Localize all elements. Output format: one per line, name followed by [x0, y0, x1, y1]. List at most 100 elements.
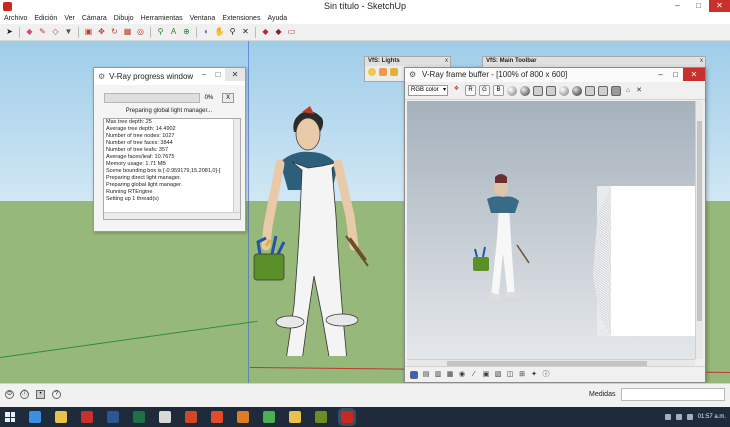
- taskbar-app-ie[interactable]: [29, 411, 41, 423]
- shape-icon[interactable]: ◇: [50, 27, 61, 38]
- menu-herramientas[interactable]: Herramientas: [141, 15, 183, 22]
- text-icon[interactable]: A: [168, 27, 179, 38]
- dimension-icon[interactable]: ⊕: [181, 27, 192, 38]
- vfb-maximize-button[interactable]: □: [668, 68, 683, 81]
- menu-ver[interactable]: Ver: [64, 15, 75, 22]
- taskbar-app-excel[interactable]: [133, 411, 145, 423]
- geolocation-icon[interactable]: ⊙: [5, 390, 14, 399]
- render-canvas[interactable]: [407, 101, 695, 359]
- region-render-icon[interactable]: [598, 85, 608, 96]
- log-vertical-scrollbar[interactable]: [233, 119, 240, 219]
- green-channel-button[interactable]: G: [479, 85, 490, 96]
- vfb-vertical-scrollbar[interactable]: [695, 101, 703, 359]
- tape-measure-icon[interactable]: ⚲: [155, 27, 166, 38]
- srgb-icon[interactable]: ▣: [482, 371, 490, 379]
- start-button[interactable]: [5, 412, 15, 422]
- select-icon[interactable]: ➤: [4, 27, 15, 38]
- compare-icon[interactable]: ⊞: [518, 371, 526, 379]
- vfb-minimize-button[interactable]: –: [653, 68, 668, 81]
- main-toolbar-close-button[interactable]: x: [700, 57, 703, 66]
- vfb-close-button[interactable]: ✕: [683, 68, 705, 81]
- save-image-icon[interactable]: [533, 85, 543, 96]
- vray-frame-buffer[interactable]: ⚙ V-Ray frame buffer - [100% of 800 x 60…: [404, 67, 706, 383]
- zoom-icon[interactable]: ⚲: [227, 27, 238, 38]
- offset-icon[interactable]: ◎: [135, 27, 146, 38]
- taskbar-app-sketchup[interactable]: [341, 411, 353, 423]
- pencil-icon[interactable]: ✎: [37, 27, 48, 38]
- push-pull-icon[interactable]: ▣: [83, 27, 94, 38]
- taskbar-app-mail[interactable]: [159, 411, 171, 423]
- orbit-icon[interactable]: ◐: [201, 27, 212, 38]
- stop-render-icon[interactable]: ✕: [635, 87, 643, 95]
- taskbar-app-media[interactable]: [211, 411, 223, 423]
- color-corrections-icon[interactable]: [410, 370, 418, 379]
- mono-mode-icon[interactable]: [520, 85, 530, 96]
- render-last-icon[interactable]: ⌂: [624, 87, 632, 95]
- alpha-channel-icon[interactable]: [507, 85, 517, 96]
- taskbar-app-word[interactable]: [107, 411, 119, 423]
- user-icon[interactable]: •: [36, 390, 45, 399]
- layout-icon[interactable]: ▭: [286, 27, 297, 38]
- taskbar-app-explorer[interactable]: [55, 411, 67, 423]
- measurements-field[interactable]: [621, 388, 725, 401]
- taskbar-app-ppt[interactable]: [185, 411, 197, 423]
- red-channel-button[interactable]: R: [465, 85, 476, 96]
- warehouse-icon[interactable]: ◆: [260, 27, 271, 38]
- clock[interactable]: 01:57 a.m.: [698, 414, 726, 420]
- lights-toolbar-close-button[interactable]: x: [445, 57, 448, 66]
- taskbar-app-chrome[interactable]: [263, 411, 275, 423]
- log-horizontal-scrollbar[interactable]: [104, 212, 240, 219]
- help-icon[interactable]: ?: [52, 390, 61, 399]
- scale-icon[interactable]: ▦: [122, 27, 133, 38]
- viewport[interactable]: ⚙ V-Ray progress window – □ ✕ 0% X Prepa…: [0, 41, 730, 383]
- channel-select[interactable]: RGB color: [408, 85, 448, 96]
- rotate-icon[interactable]: ↻: [109, 27, 120, 38]
- levels-icon[interactable]: ▤: [422, 371, 430, 379]
- ocio-icon[interactable]: ◫: [506, 371, 514, 379]
- info-icon[interactable]: ⓘ: [542, 371, 550, 379]
- paint-bucket-icon[interactable]: ▼: [63, 27, 74, 38]
- duplicate-vfb-icon[interactable]: [572, 85, 582, 96]
- vray-progress-window[interactable]: ⚙ V-Ray progress window – □ ✕ 0% X Prepa…: [93, 67, 246, 232]
- link-vfb-icon[interactable]: [611, 85, 621, 96]
- menu-dibujo[interactable]: Dibujo: [114, 15, 134, 22]
- rectangle-light-icon[interactable]: [379, 68, 387, 76]
- taskbar-app-folder[interactable]: [289, 411, 301, 423]
- clear-image-icon[interactable]: [559, 85, 569, 96]
- curve-icon[interactable]: ⁄: [470, 371, 478, 379]
- menu-camara[interactable]: Cámara: [82, 15, 107, 22]
- omni-light-icon[interactable]: [368, 68, 376, 76]
- move-icon[interactable]: ✥: [96, 27, 107, 38]
- credits-icon[interactable]: ⓘ: [20, 390, 29, 399]
- progress-maximize-button[interactable]: □: [211, 68, 225, 81]
- close-button[interactable]: ✕: [709, 0, 730, 12]
- progress-log[interactable]: Max tree depth: 25 Average tree depth: 14…: [103, 118, 241, 220]
- taskbar-app-acrobat[interactable]: [81, 411, 93, 423]
- menu-edicion[interactable]: Edición: [34, 15, 57, 22]
- menu-ayuda[interactable]: Ayuda: [267, 15, 287, 22]
- zoom-extents-icon[interactable]: ✕: [240, 27, 251, 38]
- lens-effects-icon[interactable]: ◉: [458, 371, 466, 379]
- taskbar-app-photos[interactable]: [315, 411, 327, 423]
- blue-channel-button[interactable]: B: [493, 85, 504, 96]
- stamp-icon[interactable]: ✦: [530, 371, 538, 379]
- load-image-icon[interactable]: [546, 85, 556, 96]
- progress-minimize-button[interactable]: –: [197, 68, 211, 81]
- taskbar-app-paint[interactable]: [237, 411, 249, 423]
- menu-extensiones[interactable]: Extensiones: [222, 15, 260, 22]
- extension-warehouse-icon[interactable]: ◆: [273, 27, 284, 38]
- maximize-button[interactable]: □: [688, 0, 709, 12]
- color-channels-icon[interactable]: ❖: [451, 85, 462, 96]
- vfb-vertical-thumb[interactable]: [697, 121, 702, 321]
- eraser-icon[interactable]: ◆: [24, 27, 35, 38]
- battery-icon[interactable]: [686, 414, 693, 420]
- track-mouse-icon[interactable]: [585, 85, 595, 96]
- menu-archivo[interactable]: Archivo: [4, 15, 27, 22]
- lut-icon[interactable]: ▧: [494, 371, 502, 379]
- minimize-button[interactable]: –: [667, 0, 688, 12]
- exposure-icon[interactable]: ▥: [434, 371, 442, 379]
- frame-buffer-titlebar[interactable]: ⚙ V-Ray frame buffer - [100% of 800 x 60…: [405, 68, 705, 82]
- abort-render-button[interactable]: X: [222, 93, 234, 103]
- volume-icon[interactable]: [675, 414, 682, 420]
- history-icon[interactable]: ▦: [446, 371, 454, 379]
